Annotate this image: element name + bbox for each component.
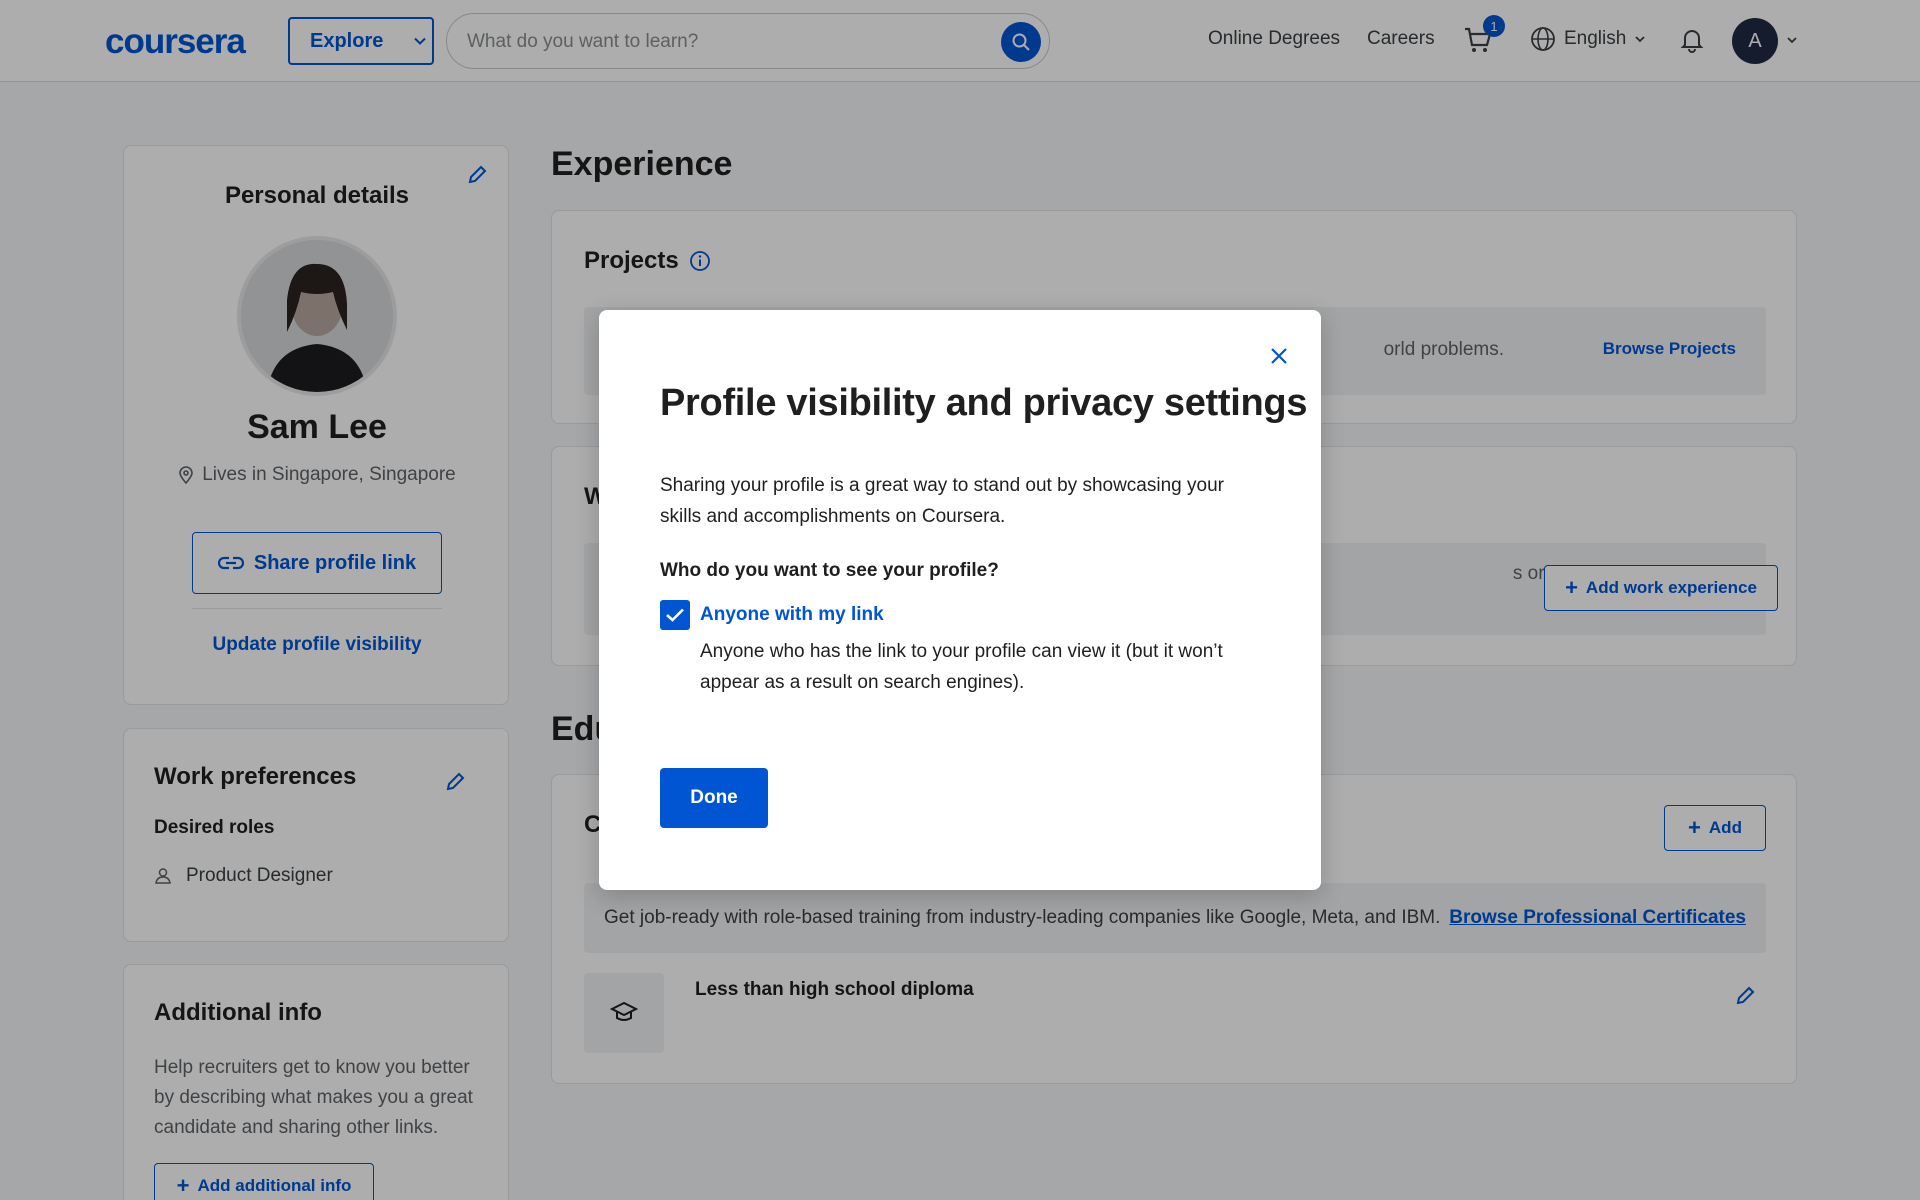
close-button[interactable]	[1265, 342, 1293, 370]
checkmark-icon	[666, 608, 684, 622]
profile-visibility-modal: Profile visibility and privacy settings …	[599, 310, 1321, 890]
modal-description: Sharing your profile is a great way to s…	[660, 475, 1224, 527]
anyone-with-link-checkbox[interactable]	[660, 600, 690, 630]
done-button[interactable]: Done	[660, 768, 768, 828]
close-icon	[1271, 348, 1287, 364]
anyone-with-link-description: Anyone who has the link to your profile …	[700, 641, 1223, 693]
visibility-question: Who do you want to see your profile?	[660, 560, 999, 581]
anyone-with-link-label[interactable]: Anyone with my link	[700, 604, 884, 626]
modal-title: Profile visibility and privacy settings	[660, 382, 1308, 424]
